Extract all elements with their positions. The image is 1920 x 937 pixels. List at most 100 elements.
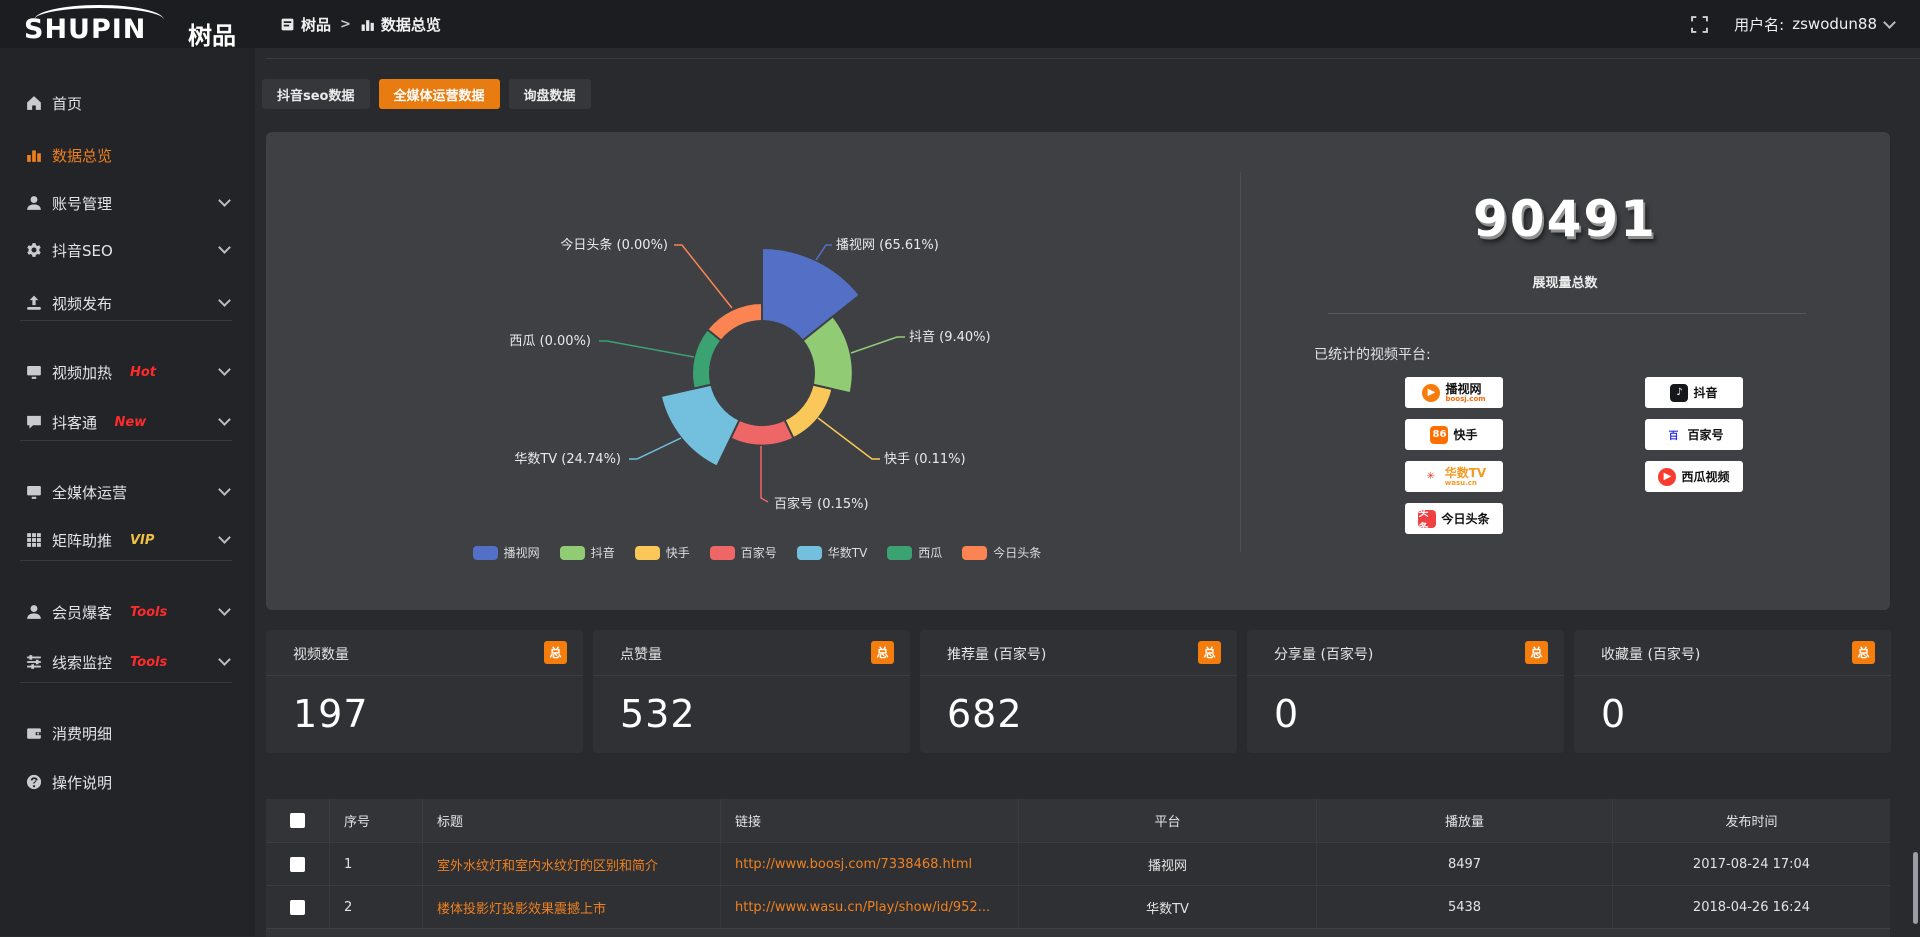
row-link[interactable]: http://www.wasu.cn/Play/show/id/952... [721, 886, 1019, 929]
legend-swatch [962, 546, 987, 560]
stat-card-label: 收藏量 (百家号) [1601, 644, 1700, 664]
sidebar-item-会员爆客[interactable]: 会员爆客Tools [0, 597, 255, 627]
legend-item-今日头条[interactable]: 今日头条 [962, 544, 1041, 561]
sidebar-item-视频发布[interactable]: 视频发布 [0, 288, 255, 318]
topbar-right: 用户名: zswodun88 [1691, 0, 1894, 48]
heat-icon [26, 364, 42, 380]
stat-card-点赞量: 点赞量总532 [593, 630, 910, 753]
platform-name: 西瓜视频 [1681, 471, 1729, 483]
row-link[interactable]: http://www.boosj.com/7338468.html [721, 843, 1019, 886]
sidebar-item-消费明细[interactable]: 消费明细 [0, 718, 255, 748]
topbar: SHUPIN 树品 树品 > 数据总览 用户名: zswodun88 [0, 0, 1920, 48]
row-platform: 华数TV [1019, 886, 1317, 929]
legend-label: 抖音 [591, 544, 615, 561]
sidebar-badge-Tools: Tools [130, 605, 167, 620]
tab-抖音seo数据[interactable]: 抖音seo数据 [262, 79, 370, 109]
row-title[interactable]: 楼体投影灯投影效果震撼上市 [423, 886, 721, 929]
chevron-down-icon [218, 194, 231, 207]
sidebar-badge-Tools: Tools [130, 655, 167, 670]
sidebar-divider [20, 320, 232, 321]
sidebar-item-首页[interactable]: 首页 [0, 88, 255, 118]
sidebar-item-账号管理[interactable]: 账号管理 [0, 188, 255, 218]
username-value: zswodun88 [1792, 15, 1877, 33]
stat-card-header: 收藏量 (百家号)总 [1574, 630, 1891, 676]
data-tabs: 抖音seo数据全媒体运营数据询盘数据 [262, 79, 591, 109]
chart-icon [26, 147, 42, 163]
sidebar-item-视频加热[interactable]: 视频加热 Hot [0, 357, 255, 387]
legend-item-华数TV[interactable]: 华数TV [797, 544, 868, 561]
platform-logo-icon: ♪ [1670, 384, 1688, 402]
pie-slice-快手[interactable] [785, 385, 833, 439]
breadcrumb-label: 数据总览 [381, 14, 441, 35]
legend-item-百家号[interactable]: 百家号 [710, 544, 777, 561]
sidebar-item-全媒体运营[interactable]: 全媒体运营 [0, 477, 255, 507]
pie-slice-百家号[interactable] [731, 420, 794, 446]
sidebar-item-抖客通[interactable]: 抖客通New [0, 407, 255, 437]
stat-card-推荐量 (百家号): 推荐量 (百家号)总682 [920, 630, 1237, 753]
sidebar-item-label: 账号管理 [52, 193, 112, 214]
row-views: 8497 [1317, 843, 1613, 886]
pie-slice-播视网[interactable] [762, 248, 860, 341]
stat-card-value: 682 [947, 692, 1023, 736]
breadcrumb-separator: > [340, 17, 351, 32]
sidebar-item-矩阵助推[interactable]: 矩阵助推VIP [0, 525, 255, 555]
chevron-down-icon [218, 363, 231, 376]
tab-全媒体运营数据[interactable]: 全媒体运营数据 [379, 79, 500, 109]
wallet-icon [26, 725, 42, 741]
row-index: 1 [330, 843, 423, 886]
logo-text-en: SHUPIN [24, 14, 146, 45]
rose-pie-chart[interactable]: 播视网 (65.61%)抖音 (9.40%)快手 (0.11%)百家号 (0.1… [266, 132, 1248, 572]
breadcrumb-item-home[interactable]: 树品 [280, 14, 331, 35]
sidebar-item-label: 线索监控 [52, 652, 112, 673]
row-checkbox[interactable] [290, 900, 305, 915]
pie-slice-华数TV[interactable] [661, 385, 740, 467]
chevron-down-icon [1883, 16, 1896, 29]
tab-询盘数据[interactable]: 询盘数据 [509, 79, 591, 109]
fullscreen-icon[interactable] [1691, 16, 1708, 33]
row-index: 2 [330, 886, 423, 929]
chart-bars-icon [360, 17, 375, 32]
pie-label-快手: 快手 (0.11%) [884, 452, 966, 467]
sidebar-divider [20, 560, 232, 561]
legend-label: 播视网 [504, 544, 540, 561]
sidebar-item-label: 抖音SEO [52, 240, 113, 261]
user-menu[interactable]: 用户名: zswodun88 [1734, 14, 1894, 35]
sidebar-badge-Hot: Hot [130, 365, 156, 380]
scrollbar-thumb[interactable] [1913, 852, 1918, 924]
chevron-down-icon [218, 653, 231, 666]
row-checkbox[interactable] [290, 857, 305, 872]
pie-slice-今日头条[interactable] [707, 303, 762, 341]
sidebar-item-抖音SEO[interactable]: 抖音SEO [0, 235, 255, 265]
stat-card-header: 视频数量总 [266, 630, 583, 676]
sidebar-item-线索监控[interactable]: 线索监控 Tools [0, 647, 255, 677]
legend-label: 百家号 [741, 544, 777, 561]
platform-sub: wasu.cn [1445, 480, 1486, 487]
sidebar-item-label: 视频加热 [52, 362, 112, 383]
row-platform: 播视网 [1019, 843, 1317, 886]
table-row: 1室外水纹灯和室内水纹灯的区别和简介http://www.boosj.com/7… [266, 842, 1890, 886]
legend-item-快手[interactable]: 快手 [635, 544, 690, 561]
stat-card-label: 推荐量 (百家号) [947, 644, 1046, 664]
question-icon [26, 774, 42, 790]
sidebar-item-label: 操作说明 [52, 772, 112, 793]
stat-card-value: 197 [293, 692, 369, 736]
board-icon [280, 17, 295, 32]
legend-item-播视网[interactable]: 播视网 [473, 544, 540, 561]
table-header-序号: 序号 [330, 799, 423, 842]
legend-item-西瓜[interactable]: 西瓜 [887, 544, 942, 561]
select-all-checkbox[interactable] [290, 813, 305, 828]
row-title[interactable]: 室外水纹灯和室内水纹灯的区别和简介 [423, 843, 721, 886]
platform-sub: boosj.com [1445, 396, 1485, 403]
gear-icon [26, 242, 42, 258]
legend-item-抖音[interactable]: 抖音 [560, 544, 615, 561]
table-header-row: 序号标题链接平台播放量发布时间 [266, 799, 1890, 842]
summary-divider [1328, 313, 1806, 314]
pie-label-line [761, 446, 768, 502]
pie-label-西瓜: 西瓜 (0.00%) [509, 334, 591, 349]
sidebar-item-操作说明[interactable]: 操作说明 [0, 767, 255, 797]
row-checkbox-cell [266, 843, 330, 886]
legend-swatch [560, 546, 585, 560]
breadcrumb-item-current[interactable]: 数据总览 [360, 14, 441, 35]
legend-label: 西瓜 [918, 544, 942, 561]
sidebar-item-数据总览[interactable]: 数据总览 [0, 140, 255, 170]
